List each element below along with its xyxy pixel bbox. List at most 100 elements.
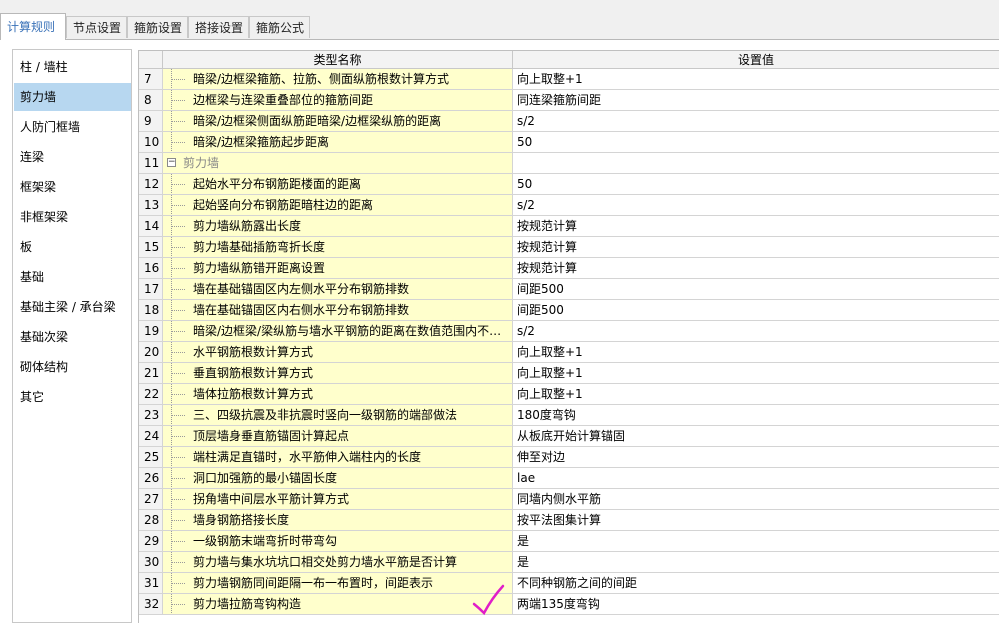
type-name-cell[interactable]: 剪力墙钢筋同间距隔一布一布置时，间距表示 [163, 573, 513, 594]
sidebar-item[interactable]: 基础主梁 / 承台梁 [14, 293, 131, 321]
type-name-cell[interactable]: 剪力墙纵筋露出长度 [163, 216, 513, 237]
table-row[interactable]: 27 拐角墙中间层水平筋计算方式 同墙内侧水平筋 [139, 489, 999, 510]
type-name-cell[interactable]: 拐角墙中间层水平筋计算方式 [163, 489, 513, 510]
table-row[interactable]: 22 墙体拉筋根数计算方式 向上取整+1 [139, 384, 999, 405]
setting-value-cell[interactable]: 不同种钢筋之间的间距 [513, 573, 999, 594]
setting-value-cell[interactable]: 50 [513, 174, 999, 195]
type-name-cell[interactable]: 剪力墙拉筋弯钩构造 [163, 594, 513, 615]
sidebar-item[interactable]: 非框架梁 [14, 203, 131, 231]
type-name-cell[interactable]: 暗梁/边框梁侧面纵筋距暗梁/边框梁纵筋的距离 [163, 111, 513, 132]
setting-value-cell[interactable]: 间距500 [513, 300, 999, 321]
setting-value-cell[interactable]: 两端135度弯钩 [513, 594, 999, 615]
table-row[interactable]: 29 一级钢筋末端弯折时带弯勾 是 [139, 531, 999, 552]
type-name-cell[interactable]: 边框梁与连梁重叠部位的箍筋间距 [163, 90, 513, 111]
type-name-cell[interactable]: 墙身钢筋搭接长度 [163, 510, 513, 531]
setting-value-cell[interactable]: 按平法图集计算 [513, 510, 999, 531]
setting-value-cell[interactable]: 同连梁箍筋间距 [513, 90, 999, 111]
tab-calc-rules[interactable]: 计算规则 [0, 13, 66, 40]
type-name-cell[interactable]: 水平钢筋根数计算方式 [163, 342, 513, 363]
sidebar-item[interactable]: 框架梁 [14, 173, 131, 201]
table-row[interactable]: 21 垂直钢筋根数计算方式 向上取整+1 [139, 363, 999, 384]
table-row[interactable]: 32 剪力墙拉筋弯钩构造 两端135度弯钩 [139, 594, 999, 615]
table-row[interactable]: 7 暗梁/边框梁箍筋、拉筋、侧面纵筋根数计算方式 向上取整+1 [139, 69, 999, 90]
setting-value-cell[interactable]: 向上取整+1 [513, 363, 999, 384]
header-type-name[interactable]: 类型名称 [163, 51, 513, 69]
sidebar-item[interactable]: 柱 / 墙柱 [14, 53, 131, 81]
type-name-cell[interactable]: 墙在基础锚固区内右侧水平分布钢筋排数 [163, 300, 513, 321]
setting-value-cell[interactable]: lae [513, 468, 999, 489]
sidebar-item[interactable]: 砌体结构 [14, 353, 131, 381]
sidebar-item[interactable]: 基础次梁 [14, 323, 131, 351]
table-row[interactable]: 23 三、四级抗震及非抗震时竖向一级钢筋的端部做法 180度弯钩 [139, 405, 999, 426]
type-name-cell[interactable]: 暗梁/边框梁箍筋、拉筋、侧面纵筋根数计算方式 [163, 69, 513, 90]
table-row[interactable]: 10 暗梁/边框梁箍筋起步距离 50 [139, 132, 999, 153]
type-name-cell[interactable]: 剪力墙纵筋错开距离设置 [163, 258, 513, 279]
setting-value-cell[interactable]: s/2 [513, 195, 999, 216]
table-row[interactable]: 19 暗梁/边框梁/梁纵筋与墙水平钢筋的距离在数值范围内不… s/2 [139, 321, 999, 342]
table-row[interactable]: 28 墙身钢筋搭接长度 按平法图集计算 [139, 510, 999, 531]
tab-stirrup-formula[interactable]: 箍筋公式 [249, 16, 310, 38]
setting-value-cell[interactable]: 同墙内侧水平筋 [513, 489, 999, 510]
type-name-cell[interactable]: 墙在基础锚固区内左侧水平分布钢筋排数 [163, 279, 513, 300]
setting-value-cell[interactable]: 按规范计算 [513, 237, 999, 258]
tab-node-settings[interactable]: 节点设置 [66, 16, 127, 38]
type-name-cell[interactable]: 起始水平分布钢筋距楼面的距离 [163, 174, 513, 195]
sidebar-item[interactable]: 连梁 [14, 143, 131, 171]
setting-value-cell[interactable]: 50 [513, 132, 999, 153]
type-name-cell[interactable]: 端柱满足直锚时，水平筋伸入端柱内的长度 [163, 447, 513, 468]
collapse-icon[interactable]: − [167, 158, 176, 167]
type-name-cell[interactable]: 一级钢筋末端弯折时带弯勾 [163, 531, 513, 552]
table-row[interactable]: 26 洞口加强筋的最小锚固长度 lae [139, 468, 999, 489]
type-name-cell[interactable]: 剪力墙基础插筋弯折长度 [163, 237, 513, 258]
type-name-cell[interactable]: 暗梁/边框梁箍筋起步距离 [163, 132, 513, 153]
sidebar-item[interactable]: 其它 [14, 383, 131, 411]
table-row[interactable]: 14 剪力墙纵筋露出长度 按规范计算 [139, 216, 999, 237]
type-name-cell[interactable]: 洞口加强筋的最小锚固长度 [163, 468, 513, 489]
sidebar-item[interactable]: 剪力墙 [14, 83, 131, 111]
sidebar-item[interactable]: 板 [14, 233, 131, 261]
table-row[interactable]: 20 水平钢筋根数计算方式 向上取整+1 [139, 342, 999, 363]
setting-value-cell[interactable]: 按规范计算 [513, 258, 999, 279]
setting-value-cell[interactable]: 向上取整+1 [513, 384, 999, 405]
table-row[interactable]: 17 墙在基础锚固区内左侧水平分布钢筋排数 间距500 [139, 279, 999, 300]
table-row[interactable]: 24 顶层墙身垂直筋锚固计算起点 从板底开始计算锚固 [139, 426, 999, 447]
type-name-cell[interactable]: 暗梁/边框梁/梁纵筋与墙水平钢筋的距离在数值范围内不… [163, 321, 513, 342]
setting-value-cell[interactable]: 从板底开始计算锚固 [513, 426, 999, 447]
tab-stirrup-settings[interactable]: 箍筋设置 [127, 16, 188, 38]
table-row[interactable]: 31 剪力墙钢筋同间距隔一布一布置时，间距表示 不同种钢筋之间的间距 [139, 573, 999, 594]
table-row[interactable]: 11− 剪力墙 [139, 153, 999, 174]
type-name-cell[interactable]: 起始竖向分布钢筋距暗柱边的距离 [163, 195, 513, 216]
type-name-cell[interactable]: 墙体拉筋根数计算方式 [163, 384, 513, 405]
setting-value-cell[interactable]: 伸至对边 [513, 447, 999, 468]
setting-value-cell[interactable]: 向上取整+1 [513, 342, 999, 363]
setting-value-cell[interactable]: 是 [513, 531, 999, 552]
table-row[interactable]: 30 剪力墙与集水坑坑口相交处剪力墙水平筋是否计算 是 [139, 552, 999, 573]
setting-value-cell[interactable]: 180度弯钩 [513, 405, 999, 426]
table-row[interactable]: 25 端柱满足直锚时，水平筋伸入端柱内的长度 伸至对边 [139, 447, 999, 468]
setting-value-cell[interactable]: 向上取整+1 [513, 69, 999, 90]
tab-lap-settings[interactable]: 搭接设置 [188, 16, 249, 38]
type-name-cell[interactable]: 顶层墙身垂直筋锚固计算起点 [163, 426, 513, 447]
header-setting-value[interactable]: 设置值 [513, 51, 999, 69]
table-row[interactable]: 18 墙在基础锚固区内右侧水平分布钢筋排数 间距500 [139, 300, 999, 321]
table-row[interactable]: 8 边框梁与连梁重叠部位的箍筋间距 同连梁箍筋间距 [139, 90, 999, 111]
component-type-list[interactable]: 柱 / 墙柱 剪力墙 人防门框墙 连梁 框架梁 非框架梁板基础 基础主梁 / 承台梁 基础次梁… [12, 49, 132, 623]
table-row[interactable]: 12 起始水平分布钢筋距楼面的距离 50 [139, 174, 999, 195]
table-row[interactable]: 15 剪力墙基础插筋弯折长度 按规范计算 [139, 237, 999, 258]
sidebar-item[interactable]: 基础 [14, 263, 131, 291]
setting-value-cell[interactable]: 是 [513, 552, 999, 573]
sidebar-item[interactable]: 人防门框墙 [14, 113, 131, 141]
checkmark-icon [472, 584, 505, 616]
type-name-cell[interactable]: 三、四级抗震及非抗震时竖向一级钢筋的端部做法 [163, 405, 513, 426]
setting-value-cell[interactable]: s/2 [513, 321, 999, 342]
type-name-cell[interactable]: − 剪力墙 [163, 153, 513, 174]
type-name-cell[interactable]: 剪力墙与集水坑坑口相交处剪力墙水平筋是否计算 [163, 552, 513, 573]
setting-value-cell[interactable]: 按规范计算 [513, 216, 999, 237]
table-row[interactable]: 9 暗梁/边框梁侧面纵筋距暗梁/边框梁纵筋的距离 s/2 [139, 111, 999, 132]
setting-value-cell[interactable] [513, 153, 999, 174]
setting-value-cell[interactable]: 间距500 [513, 279, 999, 300]
table-row[interactable]: 16 剪力墙纵筋错开距离设置 按规范计算 [139, 258, 999, 279]
setting-value-cell[interactable]: s/2 [513, 111, 999, 132]
type-name-cell[interactable]: 垂直钢筋根数计算方式 [163, 363, 513, 384]
table-row[interactable]: 13 起始竖向分布钢筋距暗柱边的距离 s/2 [139, 195, 999, 216]
